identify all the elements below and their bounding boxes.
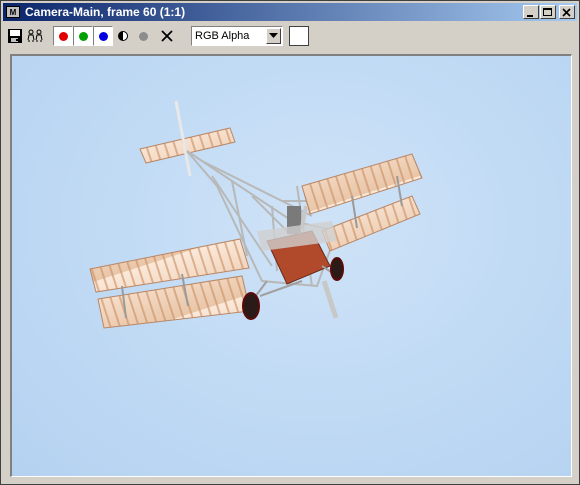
- close-icon: [562, 8, 571, 17]
- channel-select[interactable]: RGB Alpha: [191, 26, 283, 46]
- clear-button[interactable]: [157, 26, 177, 46]
- minimize-button[interactable]: [523, 5, 539, 19]
- red-channel-icon: [58, 31, 68, 41]
- title-bar[interactable]: M Camera-Main, frame 60 (1:1): [3, 3, 577, 21]
- clone-window-button[interactable]: [25, 26, 45, 46]
- blue-channel-button[interactable]: [93, 26, 113, 46]
- minimize-icon: [527, 15, 533, 17]
- green-channel-icon: [78, 31, 88, 41]
- save-icon: [8, 29, 22, 43]
- render-viewport[interactable]: [10, 54, 572, 477]
- render-window: M Camera-Main, frame 60 (1:1) RGB Alpha: [0, 0, 580, 485]
- clear-icon: [161, 30, 173, 42]
- alpha-channel-button[interactable]: [133, 26, 153, 46]
- blue-channel-icon: [98, 31, 108, 41]
- green-channel-button[interactable]: [73, 26, 93, 46]
- clone-icon: [27, 29, 43, 42]
- window-title: Camera-Main, frame 60 (1:1): [25, 5, 186, 19]
- save-image-button[interactable]: [5, 26, 25, 46]
- tail-plane: [139, 100, 236, 177]
- alpha-channel-icon: [138, 31, 148, 41]
- window-controls: [522, 5, 575, 19]
- monochrome-icon: [118, 31, 128, 41]
- red-channel-button[interactable]: [53, 26, 73, 46]
- monochrome-button[interactable]: [113, 26, 133, 46]
- toolbar: RGB Alpha: [5, 24, 577, 48]
- close-button[interactable]: [559, 5, 575, 19]
- chevron-down-icon: [269, 33, 278, 38]
- color-swatch[interactable]: [289, 26, 309, 46]
- biplane-render: [89, 100, 423, 329]
- dropdown-arrow[interactable]: [266, 28, 281, 44]
- cockpit: [257, 206, 337, 285]
- app-icon[interactable]: M: [6, 6, 20, 18]
- maximize-icon: [543, 8, 552, 16]
- maximize-button[interactable]: [540, 5, 556, 19]
- channel-select-value: RGB Alpha: [195, 30, 250, 42]
